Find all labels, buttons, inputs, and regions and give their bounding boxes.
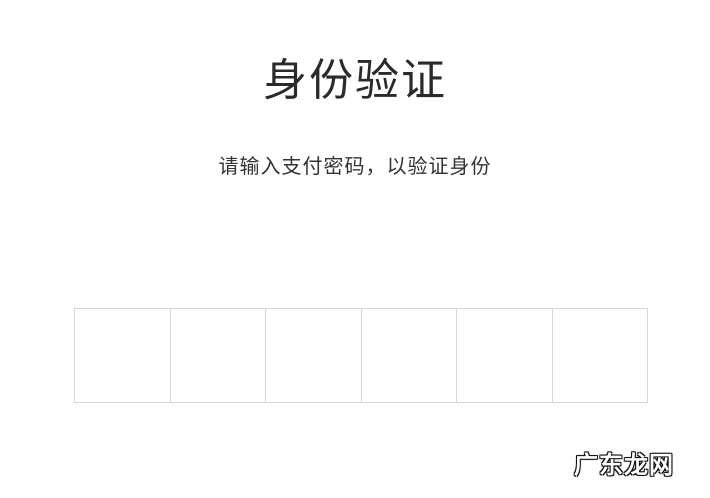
payment-password-input[interactable] — [74, 308, 648, 403]
pin-cell-1[interactable] — [75, 309, 171, 402]
pin-cell-2[interactable] — [171, 309, 266, 402]
instruction-text: 请输入支付密码，以验证身份 — [218, 154, 492, 178]
pin-cell-6[interactable] — [553, 309, 648, 402]
page-title: 身份验证 — [263, 55, 447, 106]
identity-verification-screen: 身份验证 请输入支付密码，以验证身份 广东龙网 — [0, 0, 710, 498]
pin-cell-5[interactable] — [457, 309, 553, 402]
pin-cell-4[interactable] — [362, 309, 457, 402]
pin-cell-3[interactable] — [266, 309, 362, 402]
watermark-text: 广东龙网 — [574, 451, 674, 479]
